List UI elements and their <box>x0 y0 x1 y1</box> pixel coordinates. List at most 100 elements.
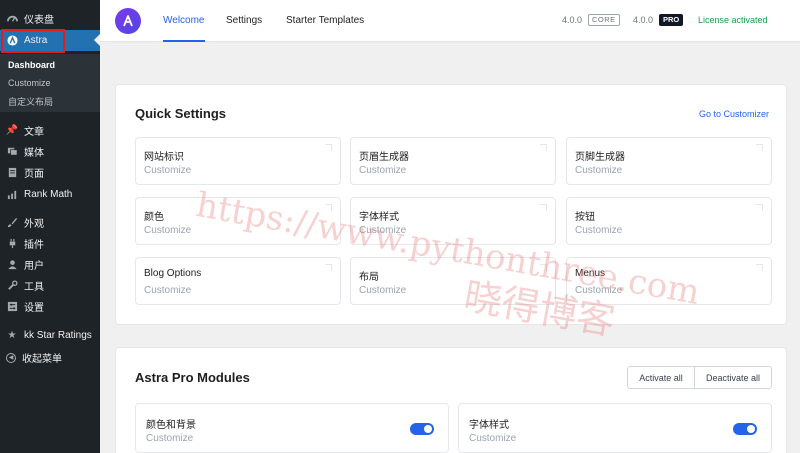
external-link-icon <box>756 264 763 271</box>
sidebar-item-posts[interactable]: 📌 文章 <box>0 120 100 141</box>
activate-all-button[interactable]: Activate all <box>627 366 695 389</box>
pin-icon: 📌 <box>5 125 19 136</box>
user-icon <box>6 259 18 271</box>
tile-customize-link[interactable]: Customize <box>144 225 191 236</box>
quick-setting-colors[interactable]: 颜色 Customize <box>135 197 341 245</box>
sidebar-item-rank-math[interactable]: Rank Math <box>0 184 100 205</box>
go-to-customizer-link[interactable]: Go to Customizer <box>699 109 769 119</box>
quick-setting-header-builder[interactable]: 页眉生成器 Customize <box>350 137 556 185</box>
astra-logo <box>115 8 141 34</box>
sidebar-item-label: 工具 <box>24 282 44 293</box>
pro-version: 4.0.0 <box>633 15 654 25</box>
page-icon <box>6 167 18 179</box>
tab-settings[interactable]: Settings <box>226 0 262 42</box>
tile-title: 字体样式 <box>359 212 399 223</box>
quick-setting-typography[interactable]: 字体样式 Customize <box>350 197 556 245</box>
tab-starter-templates[interactable]: Starter Templates <box>286 0 364 42</box>
sidebar-item-kk-star-ratings[interactable]: ★ kk Star Ratings <box>0 325 100 346</box>
tile-customize-link[interactable]: Customize <box>575 165 622 176</box>
tile-title: 网站标识 <box>144 152 184 163</box>
module-customize-link[interactable]: Customize <box>146 433 193 444</box>
sidebar-item-users[interactable]: 用户 <box>0 254 100 275</box>
submenu-item-customize[interactable]: Customize <box>8 78 51 88</box>
sidebar-item-plugins[interactable]: 插件 <box>0 233 100 254</box>
quick-setting-layout[interactable]: 布局 Customize <box>350 257 556 305</box>
deactivate-all-button[interactable]: Deactivate all <box>694 366 772 389</box>
quick-settings-title: Quick Settings <box>135 106 227 121</box>
tile-customize-link[interactable]: Customize <box>144 165 191 176</box>
tile-customize-link[interactable]: Customize <box>359 285 406 296</box>
module-customize-link[interactable]: Customize <box>469 433 516 444</box>
sidebar-item-tools[interactable]: 工具 <box>0 275 100 296</box>
sidebar-item-pages[interactable]: 页面 <box>0 162 100 183</box>
pro-modules-title: Astra Pro Modules <box>135 370 250 385</box>
media-icon <box>6 146 18 158</box>
plugin-icon <box>6 238 18 250</box>
quick-setting-buttons[interactable]: 按钮 Customize <box>566 197 772 245</box>
sidebar-item-label: 用户 <box>24 261 44 272</box>
core-version: 4.0.0 <box>562 15 583 25</box>
astra-submenu: Dashboard Customize 自定义布局 <box>0 54 100 112</box>
submenu-item-dashboard[interactable]: Dashboard <box>8 60 55 70</box>
sidebar-item-label: 收起菜单 <box>22 354 62 365</box>
module-colors-backgrounds: 颜色和背景 Customize <box>135 403 449 453</box>
external-link-icon <box>756 204 763 211</box>
sidebar-item-dashboard[interactable]: 仪表盘 <box>0 8 100 29</box>
sidebar-collapse-menu[interactable]: ◀ 收起菜单 <box>0 347 100 368</box>
quick-setting-menus[interactable]: Menus Customize <box>566 257 772 305</box>
toggle-knob <box>747 425 755 433</box>
module-title: 颜色和背景 <box>146 420 196 431</box>
tile-customize-link[interactable]: Customize <box>575 225 622 236</box>
module-typography: 字体样式 Customize <box>458 403 772 453</box>
external-link-icon <box>325 144 332 151</box>
sidebar-item-label: 设置 <box>24 303 44 314</box>
core-badge: CORE <box>588 14 620 26</box>
sidebar-item-settings[interactable]: 设置 <box>0 296 100 317</box>
quick-setting-blog-options[interactable]: Blog Options Customize <box>135 257 341 305</box>
brush-icon <box>6 217 18 229</box>
astra-header: Welcome Settings Starter Templates 4.0.0… <box>100 0 800 42</box>
external-link-icon <box>540 264 547 271</box>
tile-customize-link[interactable]: Customize <box>359 225 406 236</box>
license-status: License activated <box>698 15 768 25</box>
external-link-icon <box>325 204 332 211</box>
rank-math-icon <box>6 189 18 201</box>
sidebar-item-label: 插件 <box>24 240 44 251</box>
sidebar-item-appearance[interactable]: 外观 <box>0 212 100 233</box>
sidebar-item-label: 文章 <box>24 127 44 138</box>
tile-customize-link[interactable]: Customize <box>575 285 622 296</box>
star-icon: ★ <box>7 330 17 341</box>
settings-icon <box>6 301 18 313</box>
quick-setting-footer-builder[interactable]: 页脚生成器 Customize <box>566 137 772 185</box>
module-toggle[interactable] <box>410 423 434 435</box>
sidebar-item-label: 外观 <box>24 219 44 230</box>
highlight-annotation-box <box>1 29 65 53</box>
tile-title: 页眉生成器 <box>359 152 409 163</box>
sidebar-item-label: Rank Math <box>24 189 73 200</box>
tile-title: Menus <box>575 268 606 279</box>
tile-title: 页脚生成器 <box>575 152 625 163</box>
dashboard-icon <box>6 13 18 25</box>
quick-setting-site-identity[interactable]: 网站标识 Customize <box>135 137 341 185</box>
tile-customize-link[interactable]: Customize <box>144 285 191 296</box>
tile-title: Blog Options <box>144 268 202 279</box>
toggle-knob <box>424 425 432 433</box>
pro-badge: PRO <box>659 14 684 26</box>
collapse-icon: ◀ <box>6 352 16 363</box>
module-title: 字体样式 <box>469 420 509 431</box>
submenu-item-custom-layouts[interactable]: 自定义布局 <box>8 95 53 108</box>
sidebar-item-media[interactable]: 媒体 <box>0 141 100 162</box>
tile-customize-link[interactable]: Customize <box>359 165 406 176</box>
tile-title: 按钮 <box>575 212 595 223</box>
external-link-icon <box>540 204 547 211</box>
external-link-icon <box>756 144 763 151</box>
sidebar-item-label: 媒体 <box>24 148 44 159</box>
module-toggle[interactable] <box>733 423 757 435</box>
sidebar-item-label: kk Star Ratings <box>24 330 92 341</box>
sidebar-item-label: 仪表盘 <box>24 15 54 26</box>
external-link-icon <box>540 144 547 151</box>
tile-title: 颜色 <box>144 212 164 223</box>
wrench-icon <box>6 280 18 292</box>
tile-title: 布局 <box>359 272 379 283</box>
tab-welcome[interactable]: Welcome <box>163 0 205 42</box>
